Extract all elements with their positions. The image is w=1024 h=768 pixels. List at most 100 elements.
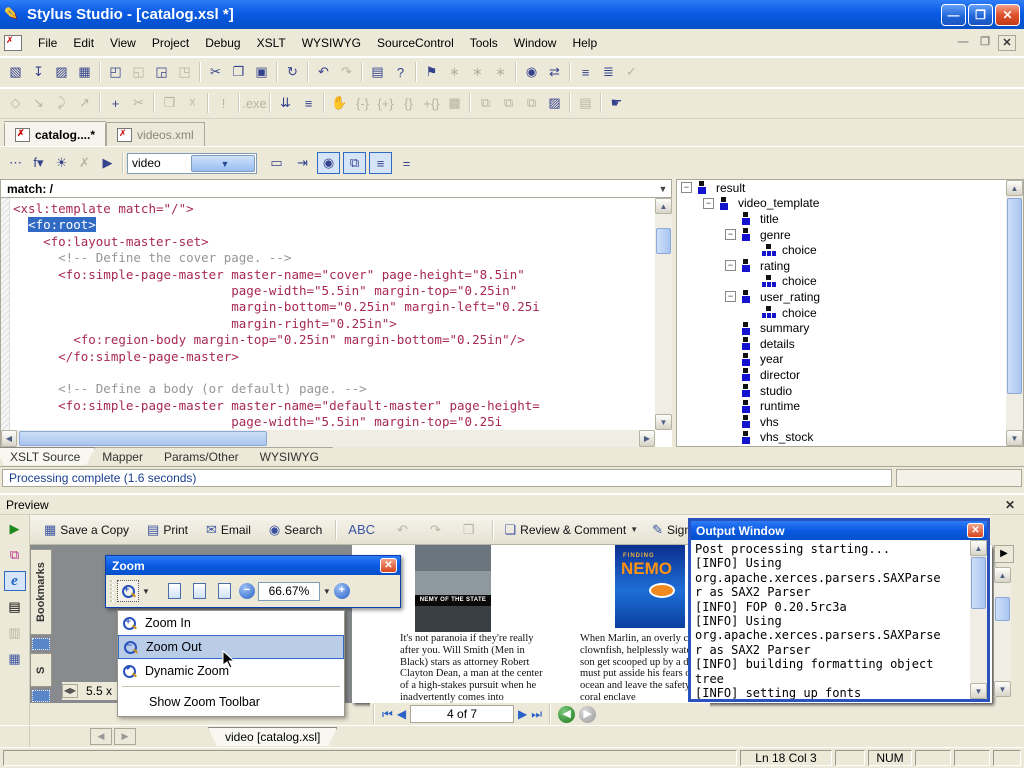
- toolbar-icon[interactable]: ✋: [328, 92, 351, 114]
- xslt-toolbar-icon[interactable]: =: [395, 152, 418, 174]
- zoom-in-icon[interactable]: +: [334, 583, 350, 599]
- tree-node[interactable]: − result: [677, 180, 1023, 196]
- restore-button[interactable]: ❐: [968, 4, 993, 26]
- toolbar-icon[interactable]: ☛: [605, 92, 628, 114]
- last-page-icon[interactable]: ⏭: [531, 707, 542, 722]
- tree-node[interactable]: − runtime: [677, 398, 1023, 414]
- chevron-down-icon[interactable]: ▼: [191, 155, 255, 172]
- tree-node[interactable]: − user_rating: [677, 289, 1023, 305]
- scroll-thumb[interactable]: [656, 228, 671, 254]
- tab-scroll-grip[interactable]: [32, 690, 50, 702]
- menu-item[interactable]: Help: [564, 32, 605, 54]
- save-output-icon[interactable]: ▦: [4, 649, 26, 669]
- text-preview-icon[interactable]: ▤: [4, 597, 26, 617]
- editor-vscrollbar[interactable]: ▲ ▼: [655, 198, 672, 430]
- splitter-handle[interactable]: ◀▶: [62, 684, 78, 698]
- tree-vscrollbar[interactable]: ▲ ▼: [1006, 180, 1023, 446]
- chevron-down-icon[interactable]: ▼: [655, 184, 671, 194]
- expander-icon[interactable]: −: [725, 229, 736, 240]
- acrobat-button[interactable]: ✉ Email: [200, 518, 261, 542]
- toolbar-icon[interactable]: ↧: [27, 61, 50, 83]
- toolbar-icon[interactable]: ☓: [181, 92, 204, 114]
- expander-icon[interactable]: −: [681, 182, 692, 193]
- xslt-toolbar-icon[interactable]: ⇥: [291, 152, 314, 174]
- fit-width-icon[interactable]: [214, 580, 236, 602]
- close-icon[interactable]: ✕: [967, 523, 984, 538]
- toolbar-icon[interactable]: ⤸: [50, 92, 73, 114]
- tree-node[interactable]: − vhs: [677, 414, 1023, 430]
- toolbar-icon[interactable]: ↷: [335, 61, 358, 83]
- toolbar-icon[interactable]: +: [104, 92, 127, 114]
- expander-icon[interactable]: −: [725, 260, 736, 271]
- tab-scroll-left-icon[interactable]: ◀: [90, 728, 112, 745]
- toolbar-icon[interactable]: ▨: [50, 61, 73, 83]
- output-vscrollbar[interactable]: ▲ ▼: [970, 540, 987, 699]
- acrobat-button[interactable]: ◉ Search: [263, 518, 332, 542]
- toolbar-icon[interactable]: ◱: [127, 61, 150, 83]
- toolbar-icon[interactable]: ▦: [73, 61, 96, 83]
- toolbar-icon[interactable]: ⧉: [474, 92, 497, 114]
- close-icon[interactable]: ✕: [1002, 498, 1018, 512]
- toolbar-icon[interactable]: ▤: [366, 61, 389, 83]
- chevron-down-icon[interactable]: ▼: [142, 587, 150, 596]
- document-tab[interactable]: catalog....*: [4, 122, 106, 146]
- mapper-view-icon[interactable]: ⧉: [4, 545, 26, 565]
- first-page-icon[interactable]: ⏮: [382, 707, 393, 722]
- tree-node[interactable]: − details: [677, 336, 1023, 352]
- tree-node[interactable]: − genre: [677, 227, 1023, 243]
- menu-item[interactable]: Project: [144, 32, 197, 54]
- tree-node[interactable]: − summary: [677, 320, 1023, 336]
- view-tab[interactable]: Params/Other: [150, 447, 253, 465]
- tree-node[interactable]: − year: [677, 352, 1023, 368]
- toolbar-icon[interactable]: ◳: [173, 61, 196, 83]
- editor-hscrollbar[interactable]: ◀ ▶: [1, 430, 655, 447]
- menu-item[interactable]: View: [102, 32, 144, 54]
- toolbar-icon[interactable]: ▧: [4, 61, 27, 83]
- signatures-tab[interactable]: S: [30, 653, 52, 687]
- toolbar-icon[interactable]: ▩: [443, 92, 466, 114]
- xslt-toolbar-icon[interactable]: ≡: [369, 152, 392, 174]
- toolbar-icon[interactable]: {}: [397, 92, 420, 114]
- toolbar-icon[interactable]: ◰: [104, 61, 127, 83]
- scroll-thumb[interactable]: [19, 431, 267, 446]
- minimize-button[interactable]: —: [941, 4, 966, 26]
- xslt-toolbar-icon[interactable]: f▾: [27, 152, 50, 174]
- tree-node[interactable]: − choice: [677, 305, 1023, 321]
- scroll-left-icon[interactable]: ◀: [1, 430, 17, 447]
- acrobat-button[interactable]: ❏ Review & Comment ▼: [499, 518, 645, 542]
- expand-panel-icon[interactable]: ▶: [994, 545, 1014, 563]
- document-tab[interactable]: videos.xml: [106, 122, 205, 146]
- toolbar-icon[interactable]: {-}: [351, 92, 374, 114]
- zoom-window-titlebar[interactable]: Zoom ✕: [106, 556, 400, 575]
- xslt-toolbar-icon[interactable]: ⋯: [4, 152, 27, 174]
- acrobat-button[interactable]: ABC: [342, 518, 389, 542]
- previous-page-icon[interactable]: ◀: [397, 707, 406, 721]
- toolbar-icon[interactable]: ≣: [597, 61, 620, 83]
- preview-scenario-tab[interactable]: video [catalog.xsl]: [208, 727, 337, 746]
- view-tab[interactable]: XSLT Source: [0, 447, 95, 465]
- toolbar-icon[interactable]: ⇊: [274, 92, 297, 114]
- toolbar-icon[interactable]: ⚑: [420, 61, 443, 83]
- code-editor[interactable]: <xsl:template match="/"> <fo:root> <fo:l…: [0, 198, 672, 447]
- toolbar-icon[interactable]: ∗: [489, 61, 512, 83]
- toolbar-icon[interactable]: ◉: [520, 61, 543, 83]
- toolbar-icon[interactable]: ◇: [4, 92, 27, 114]
- scroll-thumb[interactable]: [971, 557, 986, 609]
- print-preview-icon[interactable]: ▥: [4, 623, 26, 643]
- menu-item[interactable]: SourceControl: [369, 32, 462, 54]
- run-preview-icon[interactable]: ▶: [4, 519, 26, 539]
- xslt-toolbar-icon[interactable]: ✗: [73, 152, 96, 174]
- view-tab[interactable]: WYSIWYG: [246, 447, 333, 465]
- preview-vscrollbar[interactable]: ▲ ▼: [994, 567, 1011, 697]
- scroll-up-icon[interactable]: ▲: [994, 567, 1011, 583]
- toolbar-icon[interactable]: ↗: [73, 92, 96, 114]
- zoom-menu-item-show-zoom-toolbar[interactable]: Show Zoom Toolbar: [118, 690, 344, 714]
- toolbar-icon[interactable]: {+}: [374, 92, 397, 114]
- zoom-level-field[interactable]: 66.67%: [258, 582, 320, 601]
- next-page-icon[interactable]: ▶: [518, 707, 527, 721]
- toolbar-icon[interactable]: ▤: [574, 92, 597, 114]
- tree-node[interactable]: − vhs_stock: [677, 430, 1023, 446]
- xslt-toolbar-icon[interactable]: ▭: [265, 152, 288, 174]
- scroll-right-icon[interactable]: ▶: [639, 430, 655, 447]
- acrobat-button[interactable]: ▤ Print: [141, 518, 198, 542]
